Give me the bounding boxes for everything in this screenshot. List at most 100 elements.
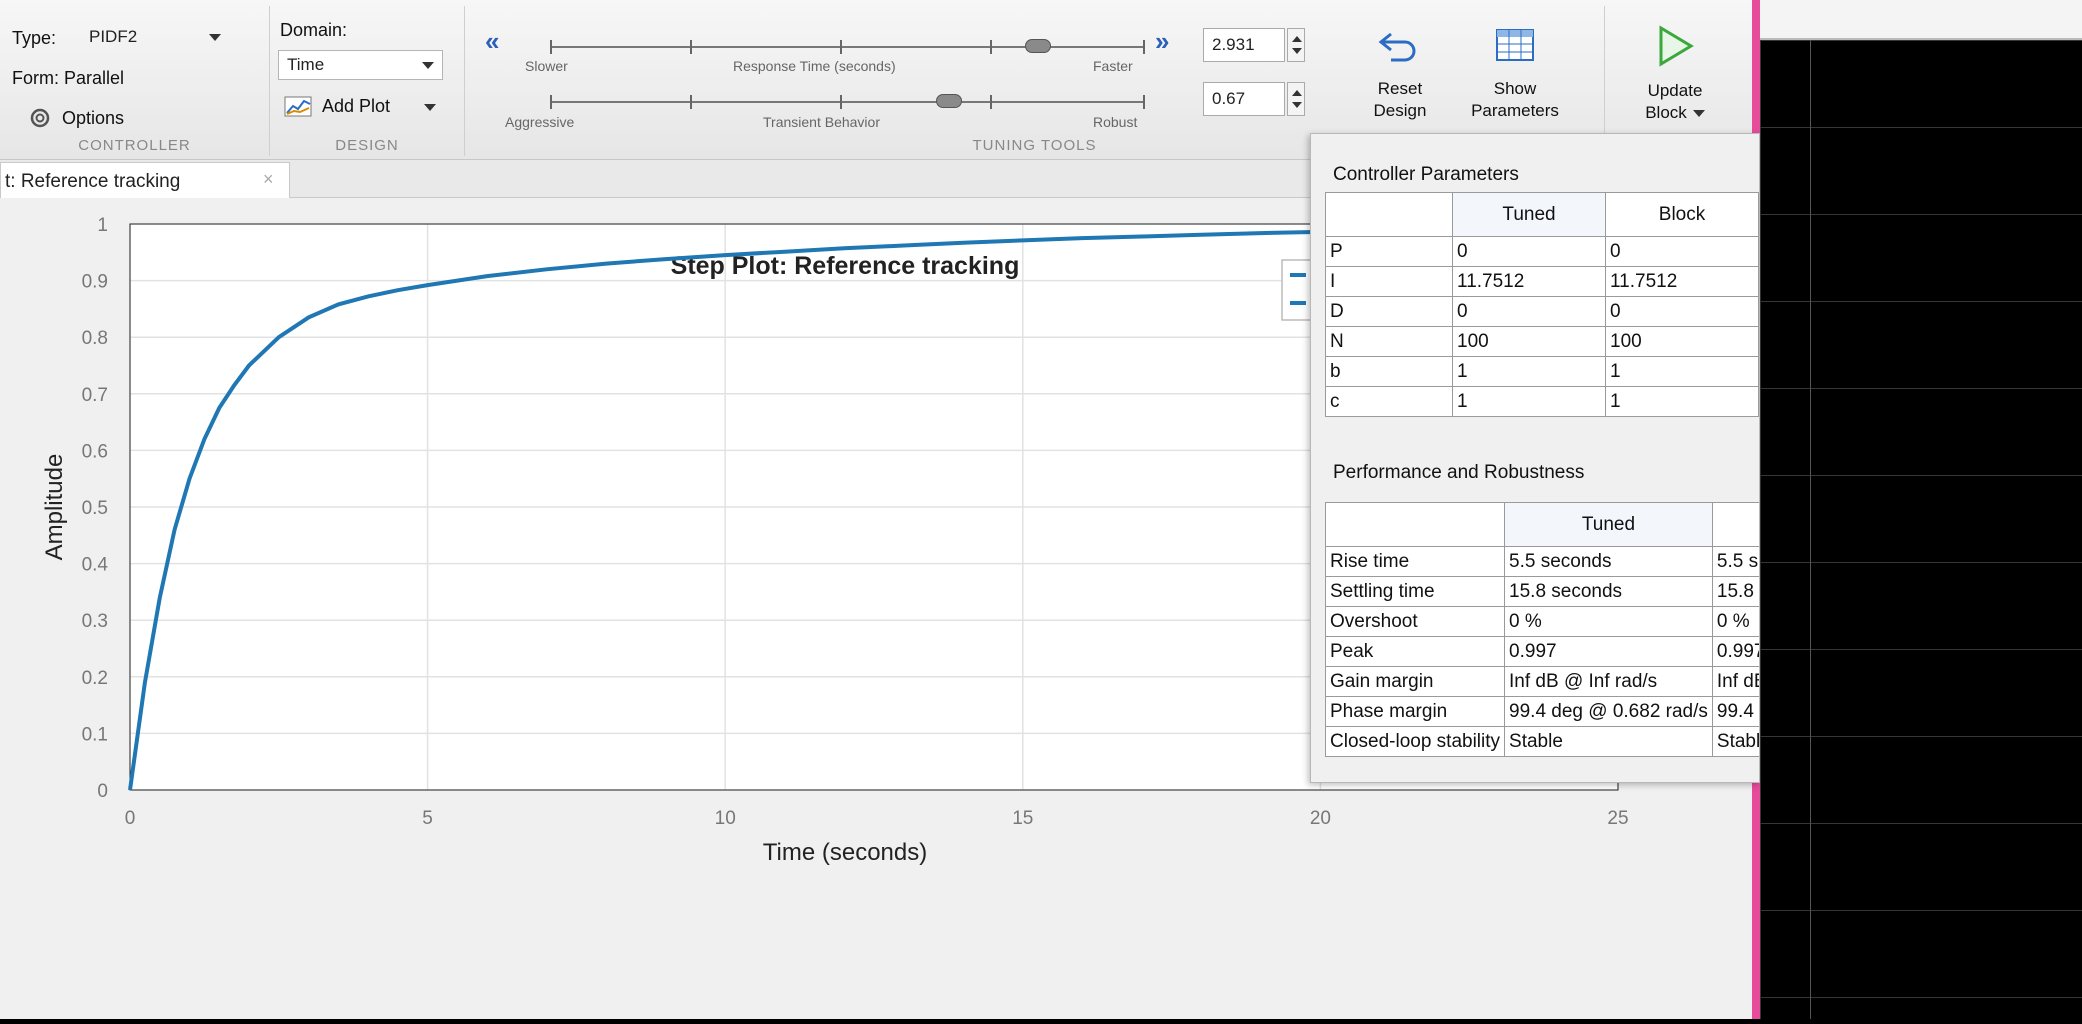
- table-icon: [1496, 29, 1534, 61]
- options-button[interactable]: Options: [22, 104, 222, 134]
- row-label: N: [1324, 326, 1454, 357]
- show-label-2: Parameters: [1471, 101, 1559, 120]
- table-cell: 100: [1605, 326, 1759, 357]
- x-tick-label: 10: [715, 808, 736, 829]
- transient-behavior-thumb[interactable]: [935, 94, 962, 108]
- transient-behavior-input[interactable]: 0.67: [1203, 82, 1285, 116]
- table-header-row: TunedBlock: [1324, 502, 1759, 547]
- undo-icon: [1378, 32, 1416, 62]
- update-block-button[interactable]: Update Block: [1615, 20, 1735, 132]
- column-header[interactable]: [1324, 192, 1454, 237]
- y-tick-label: 0: [97, 781, 108, 802]
- tab-title: t: Reference tracking: [5, 171, 181, 192]
- y-tick-label: 0.5: [82, 498, 108, 519]
- x-tick-label: 15: [1012, 808, 1033, 829]
- table-row: b11: [1324, 356, 1759, 387]
- add-plot-button[interactable]: Add Plot: [284, 90, 454, 122]
- y-tick-label: 0.9: [82, 272, 108, 293]
- column-header[interactable]: Tuned: [1452, 192, 1606, 237]
- table-cell: Stable: [1711, 726, 1759, 757]
- table-header-row: TunedBlock: [1324, 192, 1759, 237]
- response-time-spinner[interactable]: [1287, 28, 1305, 62]
- document-tabbar: t: Reference tracking ×: [0, 160, 1310, 198]
- response-time-label: Response Time (seconds): [733, 58, 896, 74]
- transient-behavior-slider[interactable]: [550, 94, 1145, 109]
- controller-parameters-table: Tuned Block P 0 0 I 11.7512 11.7512 D 0 0 N 100 100 b 1…: [1324, 192, 1759, 417]
- options-label: Options: [62, 108, 125, 128]
- y-tick-label: 0.6: [82, 441, 108, 462]
- column-header[interactable]: Tuned: [1504, 502, 1713, 547]
- table-row: Phase margin99.4 deg @ 0.682 rad/s99.4 d…: [1324, 696, 1759, 727]
- controller-section: Type: PIDF2 Form: Parallel Options CONTR…: [0, 6, 270, 156]
- y-tick-label: 0.2: [82, 668, 108, 689]
- row-label: I: [1324, 266, 1454, 297]
- form-label: Form: Parallel: [12, 68, 125, 88]
- transient-behavior-label: Transient Behavior: [763, 114, 880, 130]
- add-plot-label: Add Plot: [322, 96, 391, 116]
- reset-design-button[interactable]: Reset Design: [1355, 20, 1445, 132]
- table-cell: 1: [1452, 386, 1606, 417]
- column-header[interactable]: Block: [1711, 502, 1759, 547]
- row-label: D: [1324, 296, 1454, 327]
- response-time-slider[interactable]: [550, 39, 1145, 54]
- table-cell: 0: [1452, 296, 1606, 327]
- chevron-down-icon: [424, 104, 436, 111]
- x-axis-label: Time (seconds): [763, 839, 927, 866]
- response-time-thumb[interactable]: [1024, 39, 1051, 53]
- background-divider: [1810, 40, 1811, 1019]
- x-tick-label: 20: [1310, 808, 1331, 829]
- performance-title: Performance and Robustness: [1329, 462, 1589, 484]
- table-row: P00: [1324, 236, 1759, 267]
- robust-label: Robust: [1093, 114, 1138, 130]
- row-label: Gain margin: [1324, 666, 1506, 697]
- faster-chevron-icon[interactable]: »: [1155, 26, 1169, 57]
- table-cell: 1: [1605, 356, 1759, 387]
- table-cell: 11.7512: [1605, 266, 1759, 297]
- table-cell: 15.8 seconds: [1711, 576, 1759, 607]
- gear-icon: [30, 108, 50, 128]
- table-cell: 5.5 seconds: [1711, 546, 1759, 577]
- table-cell: 0.997: [1504, 636, 1713, 667]
- type-dropdown[interactable]: PIDF2: [80, 22, 230, 52]
- transient-behavior-spinner[interactable]: [1287, 82, 1305, 116]
- background-window: [1760, 0, 2082, 1019]
- table-cell: Inf dB @ Inf rad/s: [1504, 666, 1713, 697]
- y-tick-label: 0.4: [82, 555, 109, 576]
- type-label: Type:: [12, 28, 57, 48]
- table-row: Peak 0.997 0.997: [1324, 636, 1759, 667]
- table-cell: 1: [1452, 356, 1606, 387]
- update-label-2: Block: [1645, 103, 1687, 122]
- table-cell: 11.7512: [1452, 266, 1606, 297]
- show-parameters-button[interactable]: Show Parameters: [1455, 20, 1575, 132]
- chevron-down-icon: [209, 34, 221, 41]
- step-plot-chart[interactable]: 0 5 10 15 20 2500.10.20.30.40.50.60.70.80.91S…: [0, 198, 1629, 1019]
- domain-dropdown[interactable]: Time: [278, 50, 443, 80]
- domain-value: Time: [287, 55, 325, 74]
- column-header[interactable]: [1324, 502, 1506, 547]
- row-label: b: [1324, 356, 1454, 387]
- column-header[interactable]: Block: [1605, 192, 1759, 237]
- row-label: Rise time: [1324, 546, 1506, 577]
- table-row: Rise time5.5 seconds5.5 seconds: [1324, 546, 1759, 577]
- y-tick-label: 0.8: [82, 328, 108, 349]
- tab-reference-tracking[interactable]: t: Reference tracking ×: [0, 162, 290, 198]
- slower-label: Slower: [525, 58, 568, 74]
- table-cell: Stable: [1504, 726, 1713, 757]
- show-label-1: Show: [1493, 79, 1537, 98]
- x-tick-label: 0: [125, 808, 136, 829]
- table-row: N 100 100: [1324, 326, 1759, 357]
- slower-chevron-icon[interactable]: «: [485, 26, 499, 57]
- table-row: D00: [1324, 296, 1759, 327]
- reset-label-1: Reset: [1377, 79, 1423, 98]
- row-label: c: [1324, 386, 1454, 417]
- design-section: Domain: Time Add Plot DESIGN: [270, 6, 465, 156]
- response-time-input[interactable]: 2.931: [1203, 28, 1285, 62]
- table-cell: 99.4 deg @ 0.682 rad/s: [1504, 696, 1713, 727]
- row-label: P: [1324, 236, 1454, 267]
- close-icon[interactable]: ×: [263, 169, 274, 190]
- faster-label: Faster: [1093, 58, 1133, 74]
- y-tick-label: 1: [97, 215, 108, 236]
- row-label: Peak: [1324, 636, 1506, 667]
- y-tick-label: 0.1: [82, 724, 108, 745]
- play-icon: [1659, 25, 1694, 67]
